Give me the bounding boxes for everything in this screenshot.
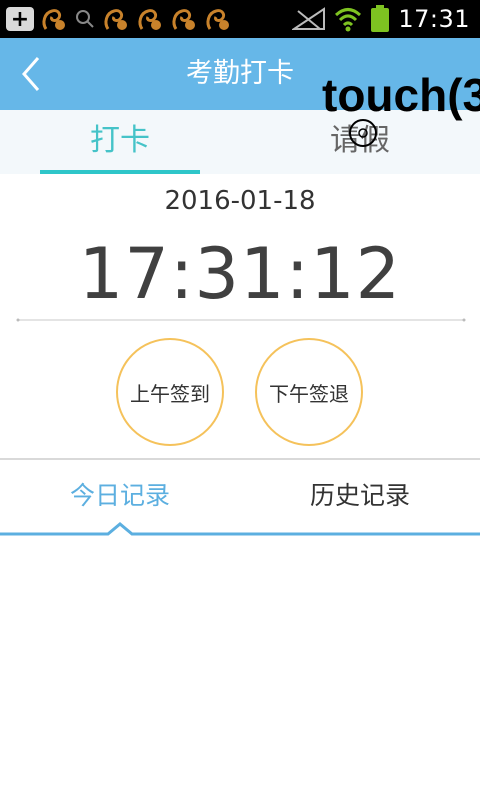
notification-icons: + [6, 4, 232, 34]
check-in-am-button[interactable]: 上午签到 [116, 338, 224, 446]
current-date: 2016-01-18 [164, 186, 316, 216]
squirrel-icon [104, 9, 127, 30]
record-tab-indicator [0, 522, 480, 536]
active-tab-indicator [40, 170, 200, 174]
search-icon [76, 10, 94, 28]
current-time: 17:31:12 [78, 233, 402, 315]
squirrel-icon [172, 9, 195, 30]
plus-box-icon: + [6, 7, 34, 32]
status-time: 17:31 [398, 5, 470, 33]
wifi-icon [335, 8, 362, 32]
touch-debug-text: touch(3 [322, 69, 480, 121]
check-out-pm-button[interactable]: 下午签退 [255, 338, 363, 446]
squirrel-icon [138, 9, 161, 30]
touch-indicator-icon [349, 119, 377, 147]
divider [16, 318, 466, 322]
squirrel-icon [206, 9, 229, 30]
squirrel-icon [42, 9, 65, 30]
signal-muted-icon [292, 7, 326, 30]
system-icons: 17:31 [292, 0, 470, 38]
battery-icon [371, 5, 390, 32]
tab-clock-in[interactable]: 打卡 [0, 110, 240, 174]
status-bar: + 17:31 [0, 0, 480, 38]
